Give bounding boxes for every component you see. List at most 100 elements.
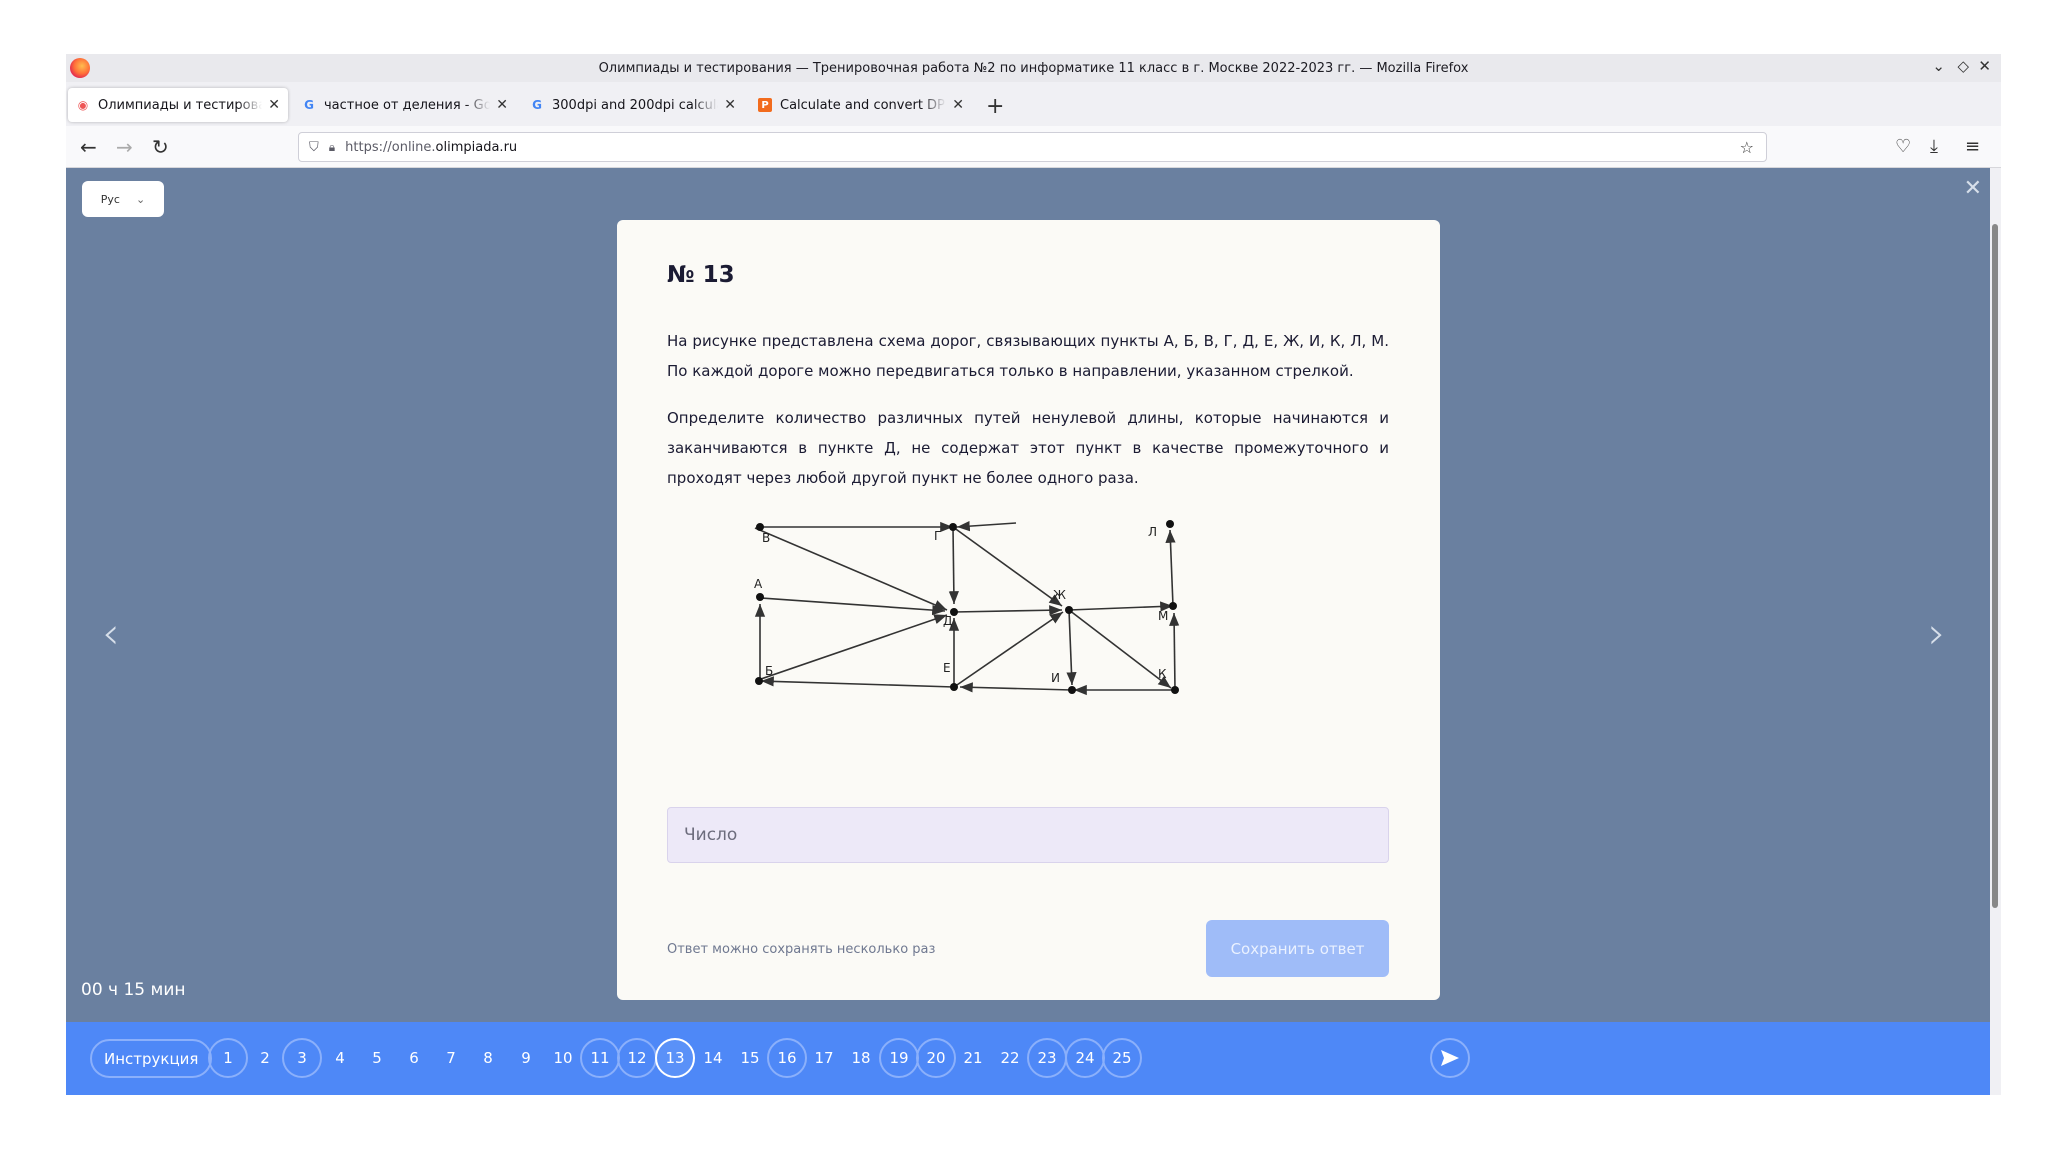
- question-number-button[interactable]: 6: [394, 1038, 434, 1078]
- save-answer-button[interactable]: Сохранить ответ: [1206, 920, 1389, 977]
- graph-node: [756, 523, 764, 531]
- node-label-zh: Ж: [1053, 588, 1066, 602]
- minimize-icon[interactable]: ⌄: [1932, 57, 1945, 75]
- question-number-button[interactable]: 13: [655, 1038, 695, 1078]
- close-tab-icon[interactable]: ✕: [724, 97, 736, 113]
- olimpiada-icon: ◉: [77, 98, 89, 112]
- edge: [948, 526, 959, 605]
- edge: [754, 527, 948, 611]
- graph-node: [755, 677, 763, 685]
- timer: 00 ч 15 мин: [81, 980, 186, 1000]
- close-tab-icon[interactable]: ✕: [268, 97, 280, 113]
- instruction-button[interactable]: Инструкция: [90, 1039, 213, 1078]
- graph-node: [949, 523, 957, 531]
- question-number-button[interactable]: 20: [916, 1038, 956, 1078]
- question-number-button[interactable]: 11: [580, 1038, 620, 1078]
- url-bar[interactable]: ⛉ 🔒︎ https://online.olimpiada.ru ☆: [298, 132, 1767, 162]
- node-label-e: Е: [943, 661, 951, 675]
- question-number-button[interactable]: 8: [468, 1038, 508, 1078]
- tab-dpi-calculator[interactable]: P Calculate and convert DPI / PPI ✕: [750, 88, 972, 122]
- edge: [1165, 529, 1176, 607]
- send-icon: [1441, 1050, 1459, 1066]
- title-bar: Олимпиады и тестирования — Тренировочная…: [66, 54, 2001, 82]
- dpi-icon: P: [758, 98, 772, 112]
- question-number-button[interactable]: 10: [543, 1038, 583, 1078]
- google-icon: G: [532, 98, 542, 112]
- close-tab-icon[interactable]: ✕: [952, 97, 964, 113]
- lock-icon[interactable]: 🔒︎: [329, 140, 335, 155]
- url-text[interactable]: https://online.olimpiada.ru: [345, 140, 517, 155]
- close-icon[interactable]: ✕: [1964, 176, 1982, 201]
- next-question-icon[interactable]: ›: [1928, 608, 1946, 659]
- edge: [1169, 612, 1180, 691]
- close-window-icon[interactable]: ✕: [1978, 57, 1991, 75]
- edge: [1068, 609, 1172, 689]
- page-content: Рус ⌄ ✕ ‹ › № 13 На рисунке представлена…: [66, 168, 1990, 1095]
- graph-node: [1169, 602, 1177, 610]
- firefox-logo-icon: [70, 58, 90, 78]
- tab-olimpiada[interactable]: ◉ Олимпиады и тестирования ✕: [68, 88, 288, 122]
- question-number-button[interactable]: 24: [1065, 1038, 1105, 1078]
- page-scrollbar[interactable]: [1992, 224, 1998, 908]
- chevron-down-icon: ⌄: [135, 192, 146, 206]
- edge: [760, 676, 955, 688]
- save-hint: Ответ можно сохранять несколько раз: [667, 942, 936, 957]
- question-number-button[interactable]: 19: [879, 1038, 919, 1078]
- graph-node: [1065, 606, 1073, 614]
- browser-window: Олимпиады и тестирования — Тренировочная…: [66, 54, 2001, 1095]
- question-number-button[interactable]: 15: [730, 1038, 770, 1078]
- download-icon[interactable]: ⤓: [1930, 136, 1938, 157]
- node-label-v: В: [762, 531, 770, 545]
- question-number-button[interactable]: 23: [1027, 1038, 1067, 1078]
- question-number-button[interactable]: 22: [990, 1038, 1030, 1078]
- graph-node: [950, 683, 958, 691]
- node-label-k: К: [1158, 667, 1167, 681]
- edge: [952, 526, 1063, 607]
- prev-question-icon[interactable]: ‹: [102, 608, 120, 659]
- tracking-shield-icon[interactable]: ⛉: [309, 140, 319, 155]
- forward-icon[interactable]: →: [116, 135, 133, 159]
- edge: [953, 605, 1063, 616]
- edge: [760, 614, 948, 680]
- bookmark-star-icon[interactable]: ☆: [1740, 138, 1754, 157]
- tab-google-division[interactable]: G частное от деления - Google ✕: [294, 88, 516, 122]
- question-number-button[interactable]: 4: [320, 1038, 360, 1078]
- submit-button[interactable]: [1430, 1038, 1470, 1078]
- question-number-button[interactable]: 1: [208, 1038, 248, 1078]
- menu-icon[interactable]: ≡: [1965, 136, 1980, 157]
- node-label-g: Г: [934, 529, 941, 543]
- graph-node: [1068, 686, 1076, 694]
- tab-google-dpi[interactable]: G 300dpi and 200dpi calculator ✕: [522, 88, 744, 122]
- back-icon[interactable]: ←: [80, 135, 97, 159]
- question-number-button[interactable]: 17: [804, 1038, 844, 1078]
- close-tab-icon[interactable]: ✕: [496, 97, 508, 113]
- question-number-button[interactable]: 16: [767, 1038, 807, 1078]
- language-select[interactable]: Рус ⌄: [82, 181, 164, 217]
- question-number-button[interactable]: 25: [1102, 1038, 1142, 1078]
- question-number-button[interactable]: 5: [357, 1038, 397, 1078]
- question-number-button[interactable]: 21: [953, 1038, 993, 1078]
- answer-input[interactable]: [667, 807, 1389, 863]
- node-label-d: Д: [943, 614, 952, 628]
- question-navigation-bar: Инструкция 1 2 3 4 5 6 7 8 9 10 11 12 13 14 15 16 17 18 19…: [66, 1022, 1990, 1095]
- maximize-icon[interactable]: ◇: [1957, 57, 1969, 75]
- edge: [956, 521, 1017, 532]
- question-number-button[interactable]: 3: [282, 1038, 322, 1078]
- reload-icon[interactable]: ↻: [152, 135, 169, 159]
- edge: [953, 611, 1064, 688]
- question-number-button[interactable]: 9: [506, 1038, 546, 1078]
- question-card: № 13 На рисунке представлена схема дорог…: [617, 220, 1440, 1000]
- question-number-button[interactable]: 14: [693, 1038, 733, 1078]
- question-number-button[interactable]: 7: [431, 1038, 471, 1078]
- google-icon: G: [304, 98, 314, 112]
- edge: [1066, 609, 1077, 686]
- pocket-icon[interactable]: ♡: [1895, 136, 1911, 157]
- question-number-button[interactable]: 18: [841, 1038, 881, 1078]
- question-number-button[interactable]: 12: [617, 1038, 657, 1078]
- question-number-button[interactable]: 2: [245, 1038, 285, 1078]
- road-graph-diagram: В Г Л А Ж Д М Б Е И К: [754, 520, 1180, 696]
- node-label-i: И: [1051, 671, 1060, 685]
- node-label-b: Б: [765, 664, 773, 678]
- new-tab-icon[interactable]: +: [986, 94, 1004, 119]
- graph-node: [1171, 686, 1179, 694]
